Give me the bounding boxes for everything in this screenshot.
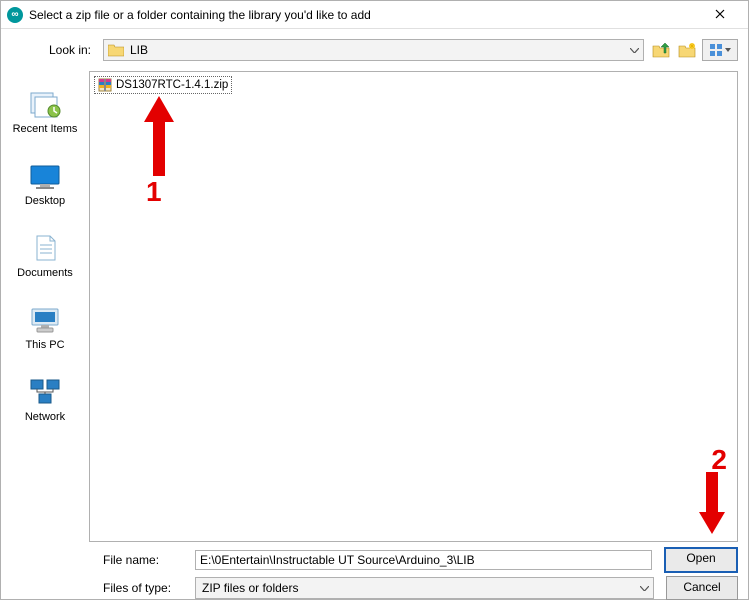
network-icon (28, 377, 62, 407)
lookin-row: Look in: LIB (1, 29, 748, 69)
annotation-arrow-2 (699, 472, 725, 534)
toolbar-icons (650, 39, 738, 61)
open-button[interactable]: Open (664, 547, 738, 573)
this-pc-icon (28, 305, 62, 335)
place-network-label: Network (25, 411, 65, 423)
bottom-panel: File name: Open Files of type: ZIP files… (1, 544, 748, 600)
annotation-arrow-1 (144, 96, 174, 176)
annotation-number-1: 1 (146, 176, 162, 208)
view-menu-button[interactable] (702, 39, 738, 61)
new-folder-button[interactable] (676, 40, 698, 60)
arduino-icon (7, 7, 23, 23)
up-folder-icon (652, 42, 670, 58)
close-button[interactable] (698, 0, 742, 28)
cancel-button[interactable]: Cancel (666, 576, 738, 600)
place-this-pc-label: This PC (25, 339, 64, 351)
filetype-value: ZIP files or folders (196, 581, 635, 595)
annotation-number-2: 2 (711, 444, 727, 476)
lookin-folder-text: LIB (130, 43, 625, 57)
dialog-body: Recent Items Desktop Documents (1, 69, 748, 544)
lookin-label: Look in: (11, 43, 97, 57)
place-desktop-label: Desktop (25, 195, 65, 207)
place-network[interactable]: Network (1, 369, 89, 441)
folder-icon (108, 43, 124, 57)
filetype-select[interactable]: ZIP files or folders (195, 577, 654, 599)
lookin-select[interactable]: LIB (103, 39, 644, 61)
chevron-down-icon (725, 48, 731, 52)
list-view-icon (710, 44, 724, 56)
documents-icon (28, 233, 62, 263)
close-icon (715, 9, 725, 19)
place-documents-label: Documents (17, 267, 73, 279)
titlebar: Select a zip file or a folder containing… (1, 1, 748, 29)
place-documents[interactable]: Documents (1, 225, 89, 297)
up-folder-button[interactable] (650, 40, 672, 60)
filetype-dropdown-arrow[interactable] (635, 578, 653, 598)
filetype-label: Files of type: (103, 581, 187, 595)
file-dialog-window: Select a zip file or a folder containing… (0, 0, 749, 600)
place-recent-label: Recent Items (13, 123, 78, 135)
zip-archive-icon (98, 78, 112, 92)
lookin-dropdown-arrow[interactable] (625, 40, 643, 60)
file-item-zip[interactable]: DS1307RTC-1.4.1.zip (94, 76, 232, 94)
filetype-row: Files of type: ZIP files or folders Canc… (11, 574, 738, 600)
filename-row: File name: Open (11, 546, 738, 574)
file-list[interactable]: DS1307RTC-1.4.1.zip 1 2 (89, 71, 738, 542)
new-folder-icon (678, 42, 696, 58)
chevron-down-icon (630, 48, 639, 53)
file-name: DS1307RTC-1.4.1.zip (116, 79, 228, 91)
filename-input[interactable] (195, 550, 652, 570)
place-desktop[interactable]: Desktop (1, 153, 89, 225)
chevron-down-icon (640, 586, 649, 591)
window-title: Select a zip file or a folder containing… (29, 8, 698, 22)
filename-label: File name: (103, 553, 187, 567)
recent-items-icon (28, 89, 62, 119)
place-this-pc[interactable]: This PC (1, 297, 89, 369)
desktop-icon (28, 161, 62, 191)
places-bar: Recent Items Desktop Documents (1, 69, 89, 544)
place-recent-items[interactable]: Recent Items (1, 81, 89, 153)
